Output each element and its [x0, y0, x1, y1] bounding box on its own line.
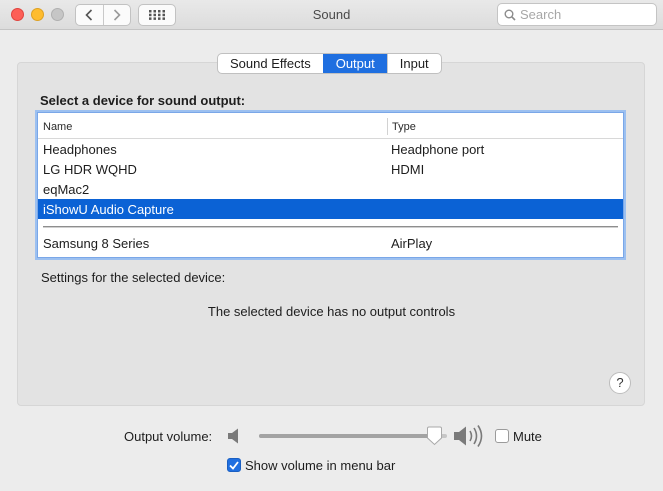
- device-table[interactable]: Name Type Headphones Headphone port LG H…: [37, 112, 624, 258]
- table-row[interactable]: Samsung 8 Series AirPlay: [38, 233, 623, 253]
- search-icon: [504, 9, 516, 21]
- tab-output[interactable]: Output: [322, 54, 387, 73]
- device-name: eqMac2: [43, 182, 90, 197]
- column-header-type[interactable]: Type: [392, 121, 416, 133]
- table-header: Name Type: [38, 113, 623, 139]
- speaker-low-icon: [228, 428, 238, 444]
- search-input[interactable]: [520, 6, 652, 23]
- mute-checkbox[interactable]: [495, 429, 509, 443]
- volume-slider-thumb[interactable]: [426, 426, 443, 446]
- show-volume-checkbox[interactable]: [227, 458, 241, 472]
- search-field[interactable]: [497, 3, 657, 26]
- settings-label: Settings for the selected device:: [41, 270, 226, 285]
- device-name: iShowU Audio Capture: [43, 202, 174, 217]
- mute-label[interactable]: Mute: [513, 429, 542, 444]
- column-divider: [387, 118, 388, 135]
- table-row[interactable]: eqMac2: [38, 179, 623, 199]
- device-select-prompt: Select a device for sound output:: [40, 93, 246, 108]
- title-bar: Sound: [0, 0, 663, 30]
- show-volume-label[interactable]: Show volume in menu bar: [245, 458, 395, 473]
- volume-slider[interactable]: [259, 426, 447, 446]
- device-name: Headphones: [43, 142, 117, 157]
- table-row[interactable]: LG HDR WQHD HDMI: [38, 159, 623, 179]
- checkmark-icon: [229, 460, 239, 470]
- column-header-name[interactable]: Name: [43, 121, 72, 133]
- tab-bar: Sound Effects Output Input: [217, 53, 442, 74]
- help-button[interactable]: ?: [609, 372, 631, 394]
- tab-sound-effects[interactable]: Sound Effects: [218, 54, 323, 73]
- row-separator: [43, 226, 618, 228]
- tab-input[interactable]: Input: [386, 54, 441, 73]
- table-row[interactable]: Headphones Headphone port: [38, 139, 623, 159]
- speaker-high-icon: [454, 425, 483, 447]
- table-row-selected[interactable]: iShowU Audio Capture: [38, 199, 623, 219]
- device-name: Samsung 8 Series: [43, 236, 150, 251]
- output-volume-label: Output volume:: [124, 429, 213, 444]
- device-name: LG HDR WQHD: [43, 162, 137, 177]
- device-type: HDMI: [391, 162, 425, 177]
- device-type: AirPlay: [391, 236, 433, 251]
- no-controls-message: The selected device has no output contro…: [207, 304, 456, 319]
- device-type: Headphone port: [391, 142, 485, 157]
- volume-slider-fill: [259, 434, 434, 438]
